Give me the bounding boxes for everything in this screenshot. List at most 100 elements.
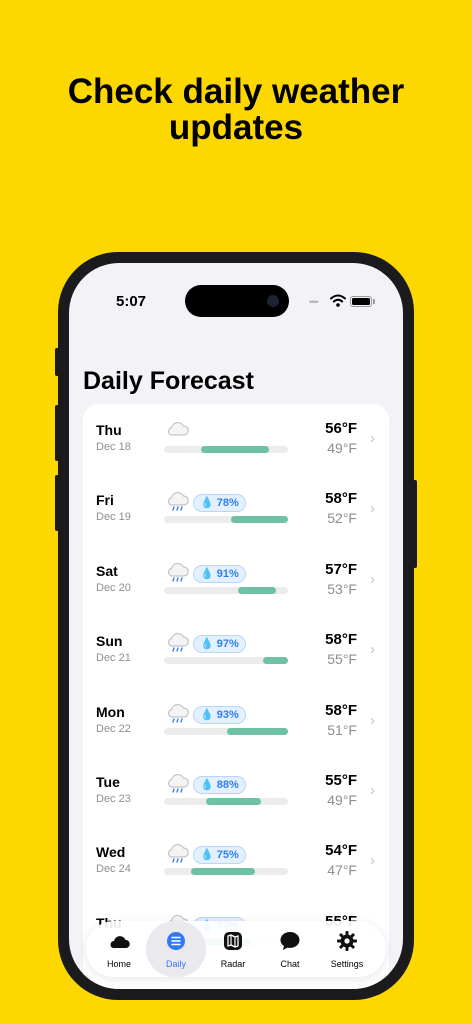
- high-temp: 54°F: [325, 842, 357, 860]
- tab-label: Daily: [165, 959, 186, 969]
- dynamic-island: [185, 285, 289, 317]
- temp-range-track: [164, 868, 288, 876]
- forecast-row[interactable]: Sat Dec 20 💧 91% 57°F 53°F ›: [83, 553, 389, 623]
- forecast-row[interactable]: Thu Dec 18 💧 56°F 49°F ›: [83, 412, 389, 482]
- tab-label: Radar: [220, 959, 246, 969]
- precip-value: 93%: [216, 708, 239, 721]
- tab-label: Settings: [330, 959, 364, 969]
- low-temp: 51°F: [327, 721, 357, 738]
- precip-value: 91%: [216, 567, 239, 580]
- chevron-right-icon: ›: [370, 641, 375, 659]
- gear-icon: [337, 931, 357, 951]
- chevron-right-icon: ›: [370, 852, 375, 870]
- rain-icon: [168, 774, 189, 793]
- temp-range-bar: [230, 516, 288, 524]
- temp-range-track: [164, 516, 288, 524]
- day-label: Sat: [96, 562, 118, 579]
- signal-icon: ••••: [309, 297, 319, 307]
- date-label: Dec 23: [96, 793, 131, 805]
- high-temp: 58°F: [325, 701, 357, 719]
- raindrop-icon: 💧: [200, 708, 214, 721]
- date-label: Dec 24: [96, 863, 131, 876]
- rain-icon: [168, 492, 189, 512]
- day-label: Thu: [96, 422, 122, 438]
- precip-badge: 💧 75%: [193, 846, 246, 865]
- precip-value: 78%: [216, 497, 239, 510]
- low-temp: 49°F: [327, 440, 357, 456]
- low-temp: 49°F: [327, 792, 357, 808]
- phone-frame: 5:07 •••• Daily Forecast Thu Dec 18 💧 56…: [58, 252, 414, 1000]
- chat-bubble-icon: [280, 932, 300, 950]
- temp-range-track: [164, 586, 288, 594]
- rain-icon: [168, 633, 189, 652]
- date-label: Dec 20: [96, 581, 131, 594]
- tab-settings[interactable]: Settings: [317, 921, 377, 977]
- temp-range-bar: [201, 446, 270, 453]
- battery-icon: [350, 296, 372, 307]
- temp-range-bar: [191, 868, 255, 876]
- forecast-row[interactable]: Mon Dec 22 💧 93% 58°F 51°F ›: [83, 694, 389, 764]
- precip-badge: 💧 91%: [193, 564, 246, 583]
- day-label: Fri: [96, 492, 114, 509]
- day-label: Mon: [96, 703, 125, 720]
- precip-badge: 💧 93%: [193, 705, 246, 724]
- raindrop-icon: 💧: [200, 849, 214, 862]
- cloud-icon: [110, 936, 130, 948]
- forecast-row[interactable]: Sun Dec 21 💧 97% 58°F 55°F ›: [83, 623, 389, 693]
- temp-range-bar: [238, 586, 276, 594]
- date-label: Dec 21: [96, 652, 131, 665]
- raindrop-icon: 💧: [200, 567, 214, 580]
- list-icon: [167, 932, 185, 950]
- high-temp: 55°F: [325, 772, 357, 789]
- temp-range-bar: [263, 657, 288, 665]
- headline: Check daily weather updates: [67, 72, 405, 147]
- chevron-right-icon: ›: [370, 500, 375, 518]
- tab-daily[interactable]: Daily: [146, 921, 206, 977]
- temp-range-track: [164, 727, 288, 735]
- precip-value: 75%: [216, 849, 239, 862]
- rain-icon: [168, 844, 189, 864]
- high-temp: 58°F: [325, 490, 357, 508]
- day-label: Wed: [96, 844, 126, 861]
- map-icon: [224, 932, 242, 950]
- day-label: Sun: [96, 633, 123, 650]
- chevron-right-icon: ›: [370, 711, 375, 729]
- date-label: Dec 22: [96, 722, 131, 735]
- tab-radar[interactable]: Radar: [203, 921, 263, 977]
- cloud-icon: [168, 422, 189, 436]
- day-label: Tue: [96, 774, 120, 790]
- forecast-row[interactable]: Tue Dec 23 💧 88% 55°F 49°F ›: [83, 764, 389, 834]
- date-label: Dec 19: [96, 511, 131, 524]
- camera-icon: [267, 295, 279, 307]
- low-temp: 55°F: [327, 651, 357, 668]
- temp-range-track: [164, 657, 288, 665]
- tab-label: Chat: [280, 959, 300, 969]
- temp-range-track: [164, 446, 288, 453]
- tab-bar: Home Daily Radar Chat Settings: [86, 921, 386, 977]
- battery-tip: [373, 299, 375, 304]
- high-temp: 58°F: [325, 631, 357, 649]
- low-temp: 52°F: [327, 510, 357, 527]
- low-temp: 47°F: [327, 862, 357, 879]
- wifi-icon: [330, 294, 346, 307]
- low-temp: 53°F: [327, 580, 357, 597]
- status-time: 5:07: [116, 293, 147, 310]
- raindrop-icon: 💧: [200, 779, 214, 791]
- raindrop-icon: 💧: [200, 497, 214, 510]
- forecast-row[interactable]: Wed Dec 24 💧 75% 54°F 47°F ›: [83, 834, 389, 904]
- forecast-list: Thu Dec 18 💧 56°F 49°F › Fri Dec 19 💧78%…: [83, 404, 389, 989]
- chevron-right-icon: ›: [370, 430, 375, 447]
- date-label: Dec 18: [96, 441, 131, 453]
- chevron-right-icon: ›: [370, 570, 375, 588]
- temp-range-track: [164, 798, 288, 805]
- page-title: Daily Forecast: [83, 367, 254, 395]
- raindrop-icon: 💧: [200, 638, 214, 651]
- forecast-row[interactable]: Fri Dec 19 💧 78% 58°F 52°F ›: [83, 482, 389, 552]
- phone-screen: 5:07 •••• Daily Forecast Thu Dec 18 💧 56…: [69, 263, 403, 989]
- precip-badge: 💧 78%: [193, 494, 246, 513]
- tab-chat[interactable]: Chat: [260, 921, 320, 977]
- chevron-right-icon: ›: [370, 782, 375, 799]
- precip-value: 88%: [216, 779, 239, 791]
- rain-icon: [168, 703, 189, 723]
- tab-home[interactable]: Home: [89, 921, 149, 977]
